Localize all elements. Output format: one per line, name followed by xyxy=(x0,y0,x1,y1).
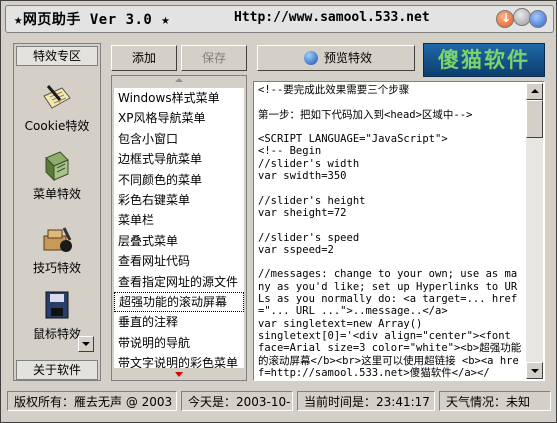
code-view: <!--要完成此效果需要三个步骤 第一步：把如下代码加入到<head>区域中--… xyxy=(253,81,545,381)
effects-list-item[interactable]: XP风格导航菜单 xyxy=(114,108,244,128)
effects-list-item[interactable]: 包含小窗口 xyxy=(114,129,244,149)
current-date: 今天是：2003-10-17 xyxy=(181,391,293,411)
app-title: ★网页助手 Ver 3.0 ★ xyxy=(14,12,171,28)
mouse-disk-icon xyxy=(45,291,69,319)
tips-tools-icon xyxy=(43,227,72,252)
effects-list-item[interactable]: 菜单栏 xyxy=(114,210,244,230)
save-button[interactable]: 保存 xyxy=(181,45,247,71)
effects-list-item[interactable]: 彩色右键菜单 xyxy=(114,190,244,210)
current-time: 当前时间是：23:41:17 xyxy=(297,391,435,411)
brand-logo: 傻猫软件 xyxy=(423,43,545,77)
globe-icon xyxy=(304,51,318,65)
app-window: ★网页助手 Ver 3.0 ★ Http://www.samool.533.ne… xyxy=(0,0,557,423)
scroll-thumb[interactable] xyxy=(526,100,543,138)
scroll-down-button[interactable] xyxy=(526,362,543,379)
category-mouse-effects[interactable]: 鼠标特效 xyxy=(14,290,100,342)
about-software-button[interactable]: 关于软件 xyxy=(16,360,98,380)
effects-list-items: Windows样式菜单 XP风格导航菜单 包含小窗口 边框式导航菜单 不同颜色的菜单 彩色… xyxy=(114,88,244,368)
title-bar[interactable]: ★网页助手 Ver 3.0 ★ Http://www.samool.533.ne… xyxy=(5,5,554,33)
effects-list-item[interactable]: 带文字说明的彩色菜单 xyxy=(114,353,244,368)
list-scroll-up-icon[interactable] xyxy=(112,76,246,86)
minimize-button[interactable] xyxy=(496,10,514,28)
category-scroll-down-button[interactable] xyxy=(78,336,94,352)
effects-list-item[interactable]: 不同颜色的菜单 xyxy=(114,170,244,190)
scroll-up-button[interactable] xyxy=(526,83,543,100)
effects-list-item[interactable]: 边框式导航菜单 xyxy=(114,149,244,169)
effects-list: Windows样式菜单 XP风格导航菜单 包含小窗口 边框式导航菜单 不同颜色的菜单 彩色… xyxy=(111,75,247,381)
effects-list-item[interactable]: Windows样式菜单 xyxy=(114,88,244,108)
close-button[interactable] xyxy=(529,10,547,28)
effects-list-item[interactable]: 带说明的导航 xyxy=(114,333,244,353)
effects-list-item[interactable]: 查看指定网址的源文件 xyxy=(114,272,244,292)
add-button[interactable]: 添加 xyxy=(111,45,177,71)
effects-list-item[interactable]: 层叠式菜单 xyxy=(114,231,244,251)
code-textarea[interactable]: <!--要完成此效果需要三个步骤 第一步：把如下代码加入到<head>区域中--… xyxy=(256,84,524,378)
category-label: 技巧特效 xyxy=(32,261,81,275)
weather-status: 天气情况：未知 xyxy=(439,391,551,411)
category-tips-effects[interactable]: 技巧特效 xyxy=(14,224,100,276)
notepad-pen-icon xyxy=(43,85,71,109)
homepage-url[interactable]: Http://www.samool.533.net xyxy=(234,10,430,25)
status-bar: 版权所有：雁去无声 @ 2003 今天是：2003-10-17 当前时间是：23… xyxy=(5,387,554,415)
effects-category-panel: 特效专区 Cookie特效 菜单特效 技巧特效 鼠标特效 关于软件 xyxy=(13,43,101,381)
effects-zone-header[interactable]: 特效专区 xyxy=(16,46,98,66)
category-label: Cookie特效 xyxy=(24,119,90,133)
copyright-text: 版权所有：雁去无声 @ 2003 xyxy=(7,391,177,411)
effects-list-item[interactable]: 查看网址代码 xyxy=(114,251,244,271)
code-scrollbar[interactable] xyxy=(526,83,543,379)
preview-effect-button[interactable]: 预览特效 xyxy=(257,45,415,71)
category-cookie-effects[interactable]: Cookie特效 xyxy=(14,82,100,134)
category-label: 菜单特效 xyxy=(32,187,81,201)
effects-list-item[interactable]: 超强功能的滚动屏幕 xyxy=(114,291,244,313)
category-menu-effects[interactable]: 菜单特效 xyxy=(14,150,100,202)
effects-list-item[interactable]: 垂直的注释 xyxy=(114,312,244,332)
list-scroll-down-icon[interactable] xyxy=(112,370,246,380)
preview-effect-label: 预览特效 xyxy=(324,51,373,65)
menu-book-icon xyxy=(45,151,69,182)
